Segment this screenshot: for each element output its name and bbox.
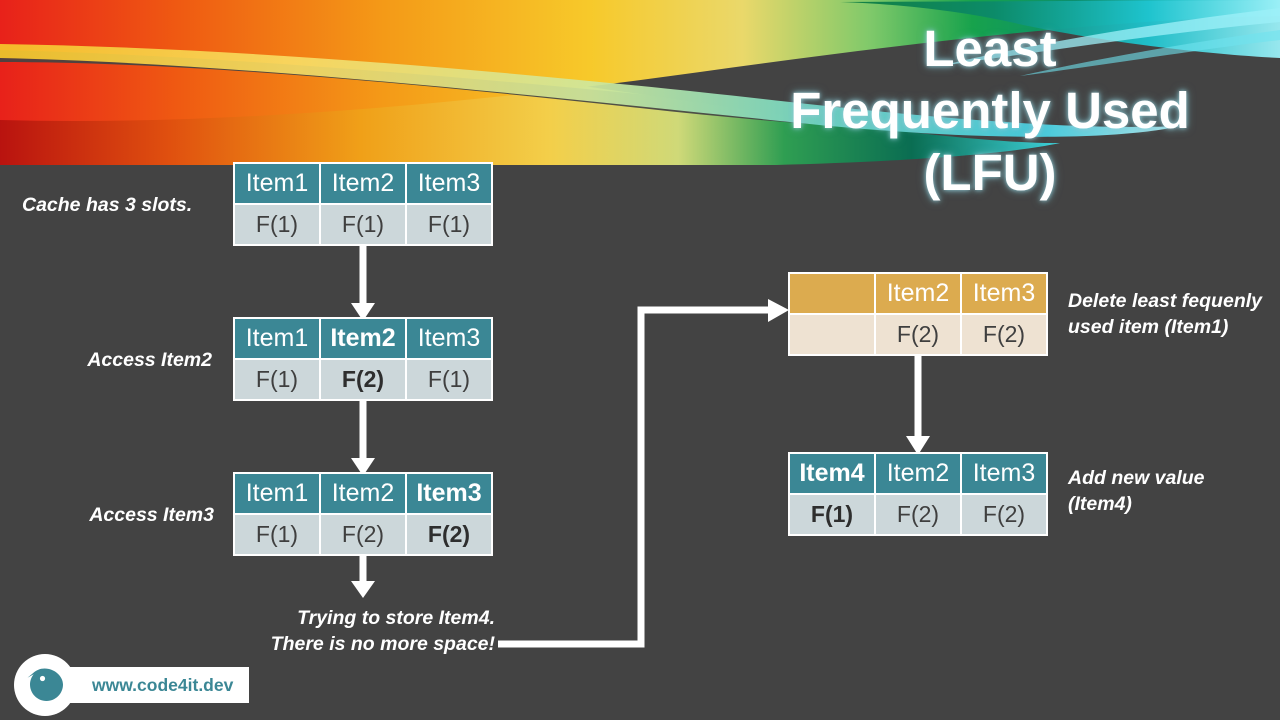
cell-body-1: F(2) [876, 315, 960, 354]
arrow-item2-to-item3 [351, 394, 375, 476]
arrow-evicted-to-final [906, 348, 930, 455]
title-line-3: (LFU) [923, 144, 1057, 202]
cell-body-2: F(1) [407, 360, 491, 399]
initial-cache-state: Item1 Item2 Item3 F(1) F(1) F(1) [233, 162, 493, 246]
cell-header-0: Item1 [235, 164, 319, 203]
table-row-header: Item1 Item2 Item3 [235, 474, 491, 513]
cell-body-1: F(2) [876, 495, 960, 534]
cell-header-2: Item3 [407, 474, 491, 513]
cell-body-0: F(1) [235, 360, 319, 399]
cell-body-0 [790, 315, 874, 354]
arrow-initial-to-item2 [351, 238, 375, 321]
cell-body-2: F(1) [407, 205, 491, 244]
bird-logo-icon [14, 654, 76, 716]
cell-header-0 [790, 274, 874, 313]
table-row-body: F(2) F(2) [790, 315, 1046, 354]
table-row-header: Item1 Item2 Item3 [235, 164, 491, 203]
cache-after-eviction: Item2 Item3 F(2) F(2) [788, 272, 1048, 356]
label-access-item3: Access Item3 [89, 504, 214, 526]
cell-header-0: Item1 [235, 474, 319, 513]
cache-after-access-item3: Item1 Item2 Item3 F(1) F(2) F(2) [233, 472, 493, 556]
cell-body-0: F(1) [790, 495, 874, 534]
cell-body-1: F(2) [321, 515, 405, 554]
cell-header-1: Item2 [321, 474, 405, 513]
table-row-header: Item1 Item2 Item3 [235, 319, 491, 358]
cell-header-0: Item1 [235, 319, 319, 358]
table-row-header: Item2 Item3 [790, 274, 1046, 313]
cache-after-insert-item4: Item4 Item2 Item3 F(1) F(2) F(2) [788, 452, 1048, 536]
arrow-caption-to-evicted-table [498, 299, 789, 648]
cell-header-1: Item2 [876, 274, 960, 313]
label-access-item2: Access Item2 [87, 349, 212, 371]
table-row-body: F(1) F(2) F(2) [235, 515, 491, 554]
title-line-1: Least [923, 20, 1057, 77]
cache-after-access-item2: Item1 Item2 Item3 F(1) F(2) F(1) [233, 317, 493, 401]
cell-body-1: F(1) [321, 205, 405, 244]
label-no-space: Trying to store Item4. There is no more … [270, 607, 495, 655]
title-line-2: Frequently Used [790, 82, 1190, 140]
cell-body-2: F(2) [962, 315, 1046, 354]
label-delete-lfu: Delete least fequenly used item (Item1) [1068, 290, 1262, 338]
cell-header-0: Item4 [790, 454, 874, 493]
cell-header-2: Item3 [407, 164, 491, 203]
cell-header-2: Item3 [962, 274, 1046, 313]
cell-header-2: Item3 [962, 454, 1046, 493]
cell-body-0: F(1) [235, 515, 319, 554]
cell-header-1: Item2 [876, 454, 960, 493]
table-row-body: F(1) F(1) F(1) [235, 205, 491, 244]
cell-header-1: Item2 [321, 164, 405, 203]
slide-title: Least Frequently Used (LFU) [700, 18, 1280, 205]
label-cache-slots: Cache has 3 slots. [22, 194, 193, 216]
table-row-header: Item4 Item2 Item3 [790, 454, 1046, 493]
label-add-new: Add new value (Item4) [1068, 467, 1205, 515]
table-row-body: F(1) F(2) F(1) [235, 360, 491, 399]
table-row-body: F(1) F(2) F(2) [790, 495, 1046, 534]
footer-badge[interactable]: www.code4it.dev [14, 654, 250, 716]
bird-logo-glyph [27, 668, 63, 701]
slide-canvas: Least Frequently Used (LFU) Cache has 3 … [0, 0, 1280, 720]
cell-body-2: F(2) [962, 495, 1046, 534]
cell-header-1: Item2 [321, 319, 405, 358]
cell-header-2: Item3 [407, 319, 491, 358]
arrow-item3-to-caption [351, 549, 375, 598]
cell-body-0: F(1) [235, 205, 319, 244]
cell-body-1: F(2) [321, 360, 405, 399]
cell-body-2: F(2) [407, 515, 491, 554]
